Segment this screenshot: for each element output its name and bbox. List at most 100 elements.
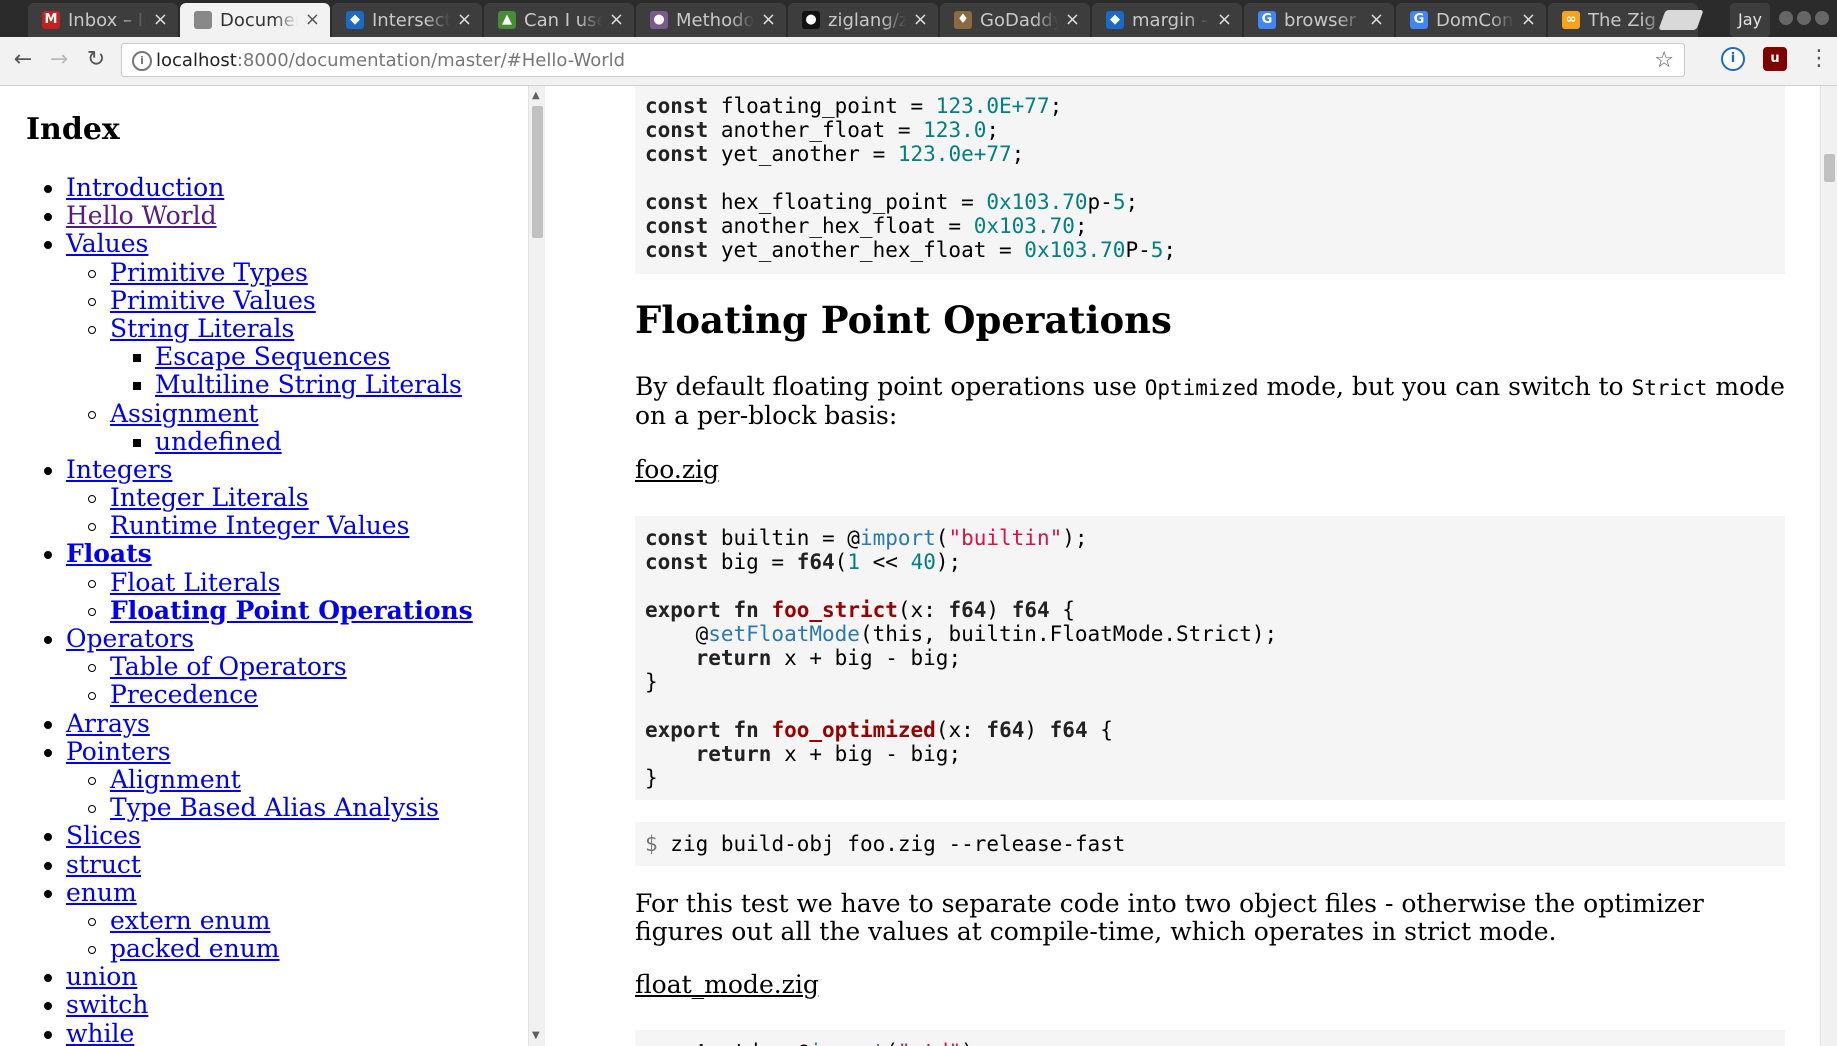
toc-link[interactable]: Table of Operators <box>110 652 347 681</box>
toc-link[interactable]: Primitive Types <box>110 258 308 287</box>
forward-button[interactable]: → <box>46 47 72 73</box>
toc-link[interactable]: Floats <box>66 540 152 568</box>
toc-link[interactable]: Runtime Integer Values <box>110 512 409 540</box>
toc-link[interactable]: while <box>66 1019 134 1046</box>
toc-link[interactable]: undefined <box>155 427 282 456</box>
tab-close-icon[interactable]: × <box>457 9 472 30</box>
code-token: std = @ <box>708 1040 810 1046</box>
new-tab-button[interactable] <box>1658 10 1704 30</box>
code-token: f64 <box>796 550 835 574</box>
code-line: const floating_point = 123.0E+77; <box>645 94 1785 118</box>
address-bar[interactable]: i localhost:8000/documentation/master/#H… <box>121 43 1685 77</box>
scroll-down-arrow-icon[interactable]: ▼ <box>532 1030 540 1041</box>
file-link-foo-zig[interactable]: foo.zig <box>635 455 719 484</box>
browser-tab[interactable]: ♦ GoDaddy × <box>940 3 1090 37</box>
tab-close-icon[interactable]: × <box>153 9 168 30</box>
browser-tab[interactable]: Gbrowser × <box>1244 3 1394 37</box>
code-token: ( <box>885 1040 898 1046</box>
toc-link[interactable]: Type Based Alias Analysis <box>110 793 439 822</box>
window-minimize-icon[interactable] <box>1779 11 1793 25</box>
code-token: ); <box>961 1040 986 1046</box>
tab-close-icon[interactable]: × <box>1369 9 1384 30</box>
browser-tab[interactable]: ◆ Intersection × <box>332 3 482 37</box>
code-line: const builtin = @import("builtin"); <box>645 526 1785 550</box>
tab-close-icon[interactable]: × <box>1065 9 1080 30</box>
toc-link[interactable]: extern enum <box>110 906 270 935</box>
toc-link[interactable]: union <box>66 963 137 991</box>
toc-link[interactable]: Escape Sequences <box>155 342 390 371</box>
code-token: ) <box>1024 718 1050 742</box>
toc-item: Operators <box>0 624 528 653</box>
browser-tab[interactable]: Documentati × <box>180 3 330 37</box>
code-token: foo_strict <box>771 598 898 622</box>
scroll-up-arrow-icon[interactable]: ▲ <box>532 90 540 101</box>
toc-link[interactable]: Arrays <box>66 709 150 738</box>
browser-tab[interactable]: G DomConte × <box>1396 3 1546 37</box>
window-close-icon[interactable] <box>1815 11 1829 25</box>
code-line: const another_float = 123.0; <box>645 118 1785 142</box>
code-token: ); <box>935 550 962 574</box>
site-info-icon[interactable]: i <box>132 51 152 71</box>
browser-tab[interactable]: ● ziglang/zig × <box>788 3 938 37</box>
code-line: const another_hex_float = 0x103.70; <box>645 214 1785 238</box>
toc-link[interactable]: Alignment <box>110 765 241 794</box>
toc-link[interactable]: enum <box>66 878 137 907</box>
github-icon: ● <box>802 11 820 29</box>
password-manager-icon[interactable]: i <box>1721 47 1745 71</box>
toc-link[interactable]: switch <box>66 991 148 1019</box>
toc-item: Runtime Integer Values <box>0 512 528 540</box>
code-token: @ <box>645 622 709 646</box>
tab-title: margin - CSS <box>1132 10 1210 31</box>
shell-prompt: $ <box>645 832 658 856</box>
address-url[interactable]: localhost:8000/documentation/master/#Hel… <box>156 50 625 71</box>
toc-link[interactable]: Floating Point Operations <box>110 596 473 625</box>
toc-link[interactable]: Integers <box>66 455 172 484</box>
browser-tab[interactable]: ▲ Can I use × <box>484 3 634 37</box>
toc-link[interactable]: Operators <box>66 624 194 653</box>
toc-link[interactable]: packed enum <box>110 934 280 963</box>
toc-link[interactable]: Slices <box>66 822 141 850</box>
toc-link[interactable]: Hello World <box>66 201 217 230</box>
tab-close-icon[interactable]: × <box>1521 9 1536 30</box>
toc-link[interactable]: Primitive Values <box>110 286 316 315</box>
code-token: } <box>645 670 658 694</box>
profile-button[interactable]: Jay <box>1730 3 1770 37</box>
toc-link[interactable]: Integer Literals <box>110 483 309 512</box>
browser-tab[interactable]: ● Methodolog × <box>636 3 786 37</box>
browser-tab[interactable]: M Inbox – Ins × <box>28 3 178 37</box>
tab-close-icon[interactable]: × <box>305 9 320 30</box>
back-button[interactable]: ← <box>10 47 36 73</box>
file-link-float-mode-zig[interactable]: float_mode.zig <box>635 970 819 999</box>
window-maximize-icon[interactable] <box>1797 11 1811 25</box>
ublock-icon[interactable]: u <box>1763 47 1787 71</box>
tab-close-icon[interactable]: × <box>913 9 928 30</box>
toc-link[interactable]: Precedence <box>110 681 258 709</box>
reload-button[interactable]: ↻ <box>83 47 109 73</box>
browser-tab[interactable]: ◆ margin - CSS × <box>1092 3 1242 37</box>
toc-link[interactable]: Introduction <box>66 173 224 202</box>
list-bullet-icon <box>133 382 141 391</box>
toc-link[interactable]: String Literals <box>110 314 294 343</box>
toc-link[interactable]: struct <box>66 850 141 879</box>
tab-title: Intersection <box>372 10 450 31</box>
tab-close-icon[interactable]: × <box>1217 9 1232 30</box>
browser-menu-icon[interactable]: ⋮ <box>1808 46 1830 71</box>
tab-close-icon[interactable]: × <box>609 9 624 30</box>
page-scrollbar[interactable] <box>1820 86 1837 1046</box>
toc-link[interactable]: Pointers <box>66 737 171 766</box>
toc-link[interactable]: Float Literals <box>110 568 280 597</box>
bookmark-star-icon[interactable]: ☆ <box>1654 48 1674 73</box>
sidebar-scroll-thumb[interactable] <box>532 106 543 238</box>
mdn-icon: ◆ <box>1106 11 1124 29</box>
page-scroll-thumb[interactable] <box>1824 154 1835 182</box>
tab-close-icon[interactable]: × <box>761 9 776 30</box>
toc-link[interactable]: Multiline String Literals <box>155 371 462 399</box>
sidebar-scrollbar[interactable]: ▲ ▼ <box>528 86 545 1046</box>
toc-link[interactable]: Values <box>66 230 148 258</box>
code-token: export <box>645 598 721 622</box>
toc-link[interactable]: Assignment <box>110 399 258 428</box>
toc-item: Values <box>0 230 528 258</box>
